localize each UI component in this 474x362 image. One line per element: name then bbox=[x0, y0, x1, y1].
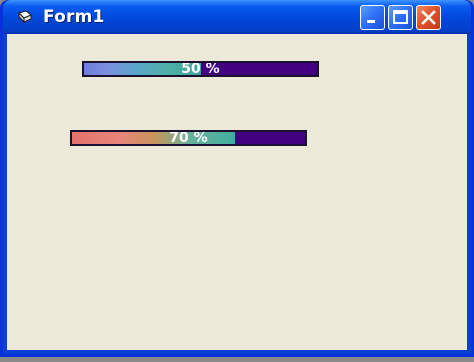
close-icon bbox=[421, 10, 436, 25]
form-window: Form1 50 % 70 % bbox=[0, 0, 474, 357]
close-button[interactable] bbox=[416, 5, 441, 30]
progress-bar-1: 50 % bbox=[82, 61, 319, 77]
title-bar[interactable]: Form1 bbox=[3, 0, 471, 34]
minimize-button[interactable] bbox=[360, 5, 385, 30]
minimize-icon bbox=[367, 20, 375, 23]
window-title: Form1 bbox=[43, 7, 105, 27]
form-app-icon bbox=[18, 10, 32, 24]
progress-bar-2-label: 70 % bbox=[169, 130, 208, 146]
progress-bar-2: 70 % bbox=[70, 130, 307, 146]
maximize-button[interactable] bbox=[388, 5, 413, 30]
form-client-area: 50 % 70 % bbox=[7, 34, 467, 350]
progress-bar-1-label: 50 % bbox=[181, 61, 220, 77]
maximize-icon bbox=[393, 10, 408, 24]
